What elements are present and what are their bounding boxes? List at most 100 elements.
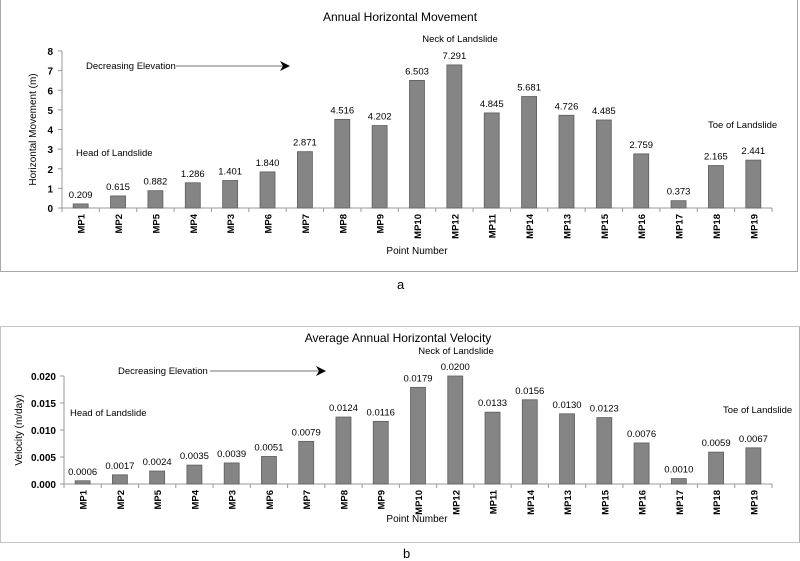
velocity-category-label: MP10	[414, 490, 425, 515]
velocity-data-label: 0.0124	[329, 403, 358, 414]
velocity-bar-mp17	[670, 478, 687, 485]
velocity-category-label: MP13	[563, 490, 574, 515]
movement-x-axis-label: Point Number	[386, 246, 448, 257]
movement-data-label: 4.726	[555, 101, 579, 112]
velocity-category-label: MP8	[339, 490, 350, 510]
velocity-category-label: MP6	[265, 490, 276, 510]
velocity-bar-mp18	[708, 451, 725, 485]
velocity-y-tick-label: 0.005	[31, 453, 56, 464]
movement-data-label: 1.286	[181, 169, 205, 180]
movement-data-label: 5.681	[517, 83, 541, 94]
movement-elevation-annotation: Decreasing Elevation	[86, 61, 176, 72]
velocity-data-label: 0.0010	[664, 465, 693, 476]
movement-y-tick-label: 5	[47, 106, 53, 117]
velocity-bar-mp15	[596, 417, 613, 485]
movement-data-label: 4.202	[368, 112, 392, 123]
movement-data-label: 1.401	[218, 167, 242, 178]
velocity-data-label: 0.0123	[590, 404, 619, 415]
movement-y-tick-label: 1	[47, 184, 53, 195]
velocity-data-label: 0.0067	[739, 434, 768, 445]
movement-bar-mp17	[670, 200, 687, 209]
velocity-data-label: 0.0179	[403, 373, 432, 384]
velocity-data-label: 0.0116	[367, 407, 395, 418]
movement-data-label: 2.871	[293, 138, 317, 149]
velocity-bar-mp6	[261, 456, 277, 485]
movement-category-label: MP15	[600, 213, 611, 239]
movement-y-tick-label: 7	[47, 67, 53, 78]
velocity-bar-mp10	[410, 386, 426, 485]
velocity-category-label: MP18	[712, 490, 723, 515]
velocity-bar-mp2	[111, 474, 128, 485]
velocity-neck-annotation: Neck of Landslide	[418, 346, 494, 357]
velocity-category-label: MP9	[377, 490, 388, 510]
movement-bar-mp7	[296, 151, 313, 209]
velocity-category-label: MP3	[228, 490, 239, 510]
movement-category-label: MP3	[226, 214, 237, 234]
movement-data-label: 2.759	[629, 140, 653, 151]
velocity-data-label: 0.0024	[143, 457, 172, 468]
velocity-category-label: MP16	[638, 490, 649, 515]
velocity-data-label: 0.0039	[217, 449, 246, 460]
movement-data-label: 2.441	[741, 146, 765, 157]
velocity-data-label: 0.0006	[68, 467, 97, 478]
movement-category-label: MP16	[637, 214, 648, 239]
velocity-data-label: 0.0051	[254, 442, 283, 453]
movement-category-label: MP2	[114, 214, 125, 234]
velocity-y-tick-label: 0.000	[31, 480, 56, 491]
movement-bar-mp4	[184, 182, 201, 209]
movement-category-label: MP17	[675, 214, 686, 239]
movement-category-label: MP14	[525, 213, 536, 239]
panel-label-a: a	[397, 277, 405, 292]
panel-label-b: b	[403, 546, 411, 561]
velocity-data-label: 0.0156	[515, 386, 544, 397]
movement-category-label: MP12	[450, 214, 461, 239]
velocity-category-label: MP17	[675, 490, 686, 515]
velocity-bar-mp11	[484, 411, 501, 485]
velocity-category-label: MP2	[116, 490, 127, 510]
movement-bar-mp5	[147, 190, 164, 209]
velocity-bar-mp4	[186, 464, 203, 485]
movement-category-label: MP13	[562, 214, 573, 239]
velocity-data-label: 0.0130	[553, 400, 582, 411]
movement-category-label: MP10	[413, 214, 424, 239]
movement-bar-mp3	[222, 180, 239, 209]
movement-bar-mp2	[110, 195, 126, 209]
movement-bar-mp16	[633, 153, 650, 209]
movement-category-label: MP6	[264, 214, 275, 234]
movement-data-label: 6.503	[405, 66, 429, 77]
velocity-data-label: 0.0079	[292, 427, 321, 438]
movement-chart-title: Annual Horizontal Movement	[323, 10, 478, 24]
movement-bar-mp6	[259, 171, 276, 209]
velocity-category-label: MP4	[190, 489, 201, 509]
movement-data-label: 4.845	[480, 99, 504, 110]
movement-category-label: MP8	[338, 214, 349, 234]
velocity-bar-mp13	[559, 413, 575, 485]
velocity-bar-mp5	[149, 470, 166, 485]
movement-y-tick-label: 0	[47, 204, 53, 215]
velocity-y-tick-label: 0.010	[31, 426, 56, 437]
movement-data-label: 4.516	[330, 105, 354, 116]
movement-bar-mp9	[371, 125, 388, 209]
velocity-bar-mp9	[372, 420, 389, 485]
movement-bar-mp19	[745, 159, 762, 209]
velocity-category-label: MP5	[153, 489, 164, 509]
movement-neck-annotation: Neck of Landslide	[422, 34, 498, 45]
velocity-bar-mp19	[745, 447, 762, 485]
velocity-data-label: 0.0200	[441, 362, 470, 373]
velocity-x-axis-label: Point Number	[386, 514, 448, 525]
velocity-bar-mp8	[335, 416, 352, 485]
movement-toe-annotation: Toe of Landslide	[708, 120, 777, 131]
velocity-bar-mp16	[633, 442, 650, 485]
movement-category-label: MP5	[151, 213, 162, 233]
movement-bar-mp15	[595, 119, 612, 209]
movement-bar-mp12	[446, 64, 463, 209]
velocity-y-axis-label: Velocity (m/day)	[14, 394, 25, 465]
velocity-category-label: MP11	[489, 489, 500, 514]
velocity-data-label: 0.0035	[180, 451, 209, 462]
velocity-head-annotation: Head of Landslide	[70, 408, 147, 419]
movement-y-tick-label: 8	[47, 47, 53, 58]
velocity-data-label: 0.0133	[478, 398, 507, 409]
velocity-bar-mp1	[74, 480, 91, 485]
velocity-y-tick-label: 0.015	[31, 399, 56, 410]
movement-head-annotation: Head of Landslide	[76, 148, 153, 159]
